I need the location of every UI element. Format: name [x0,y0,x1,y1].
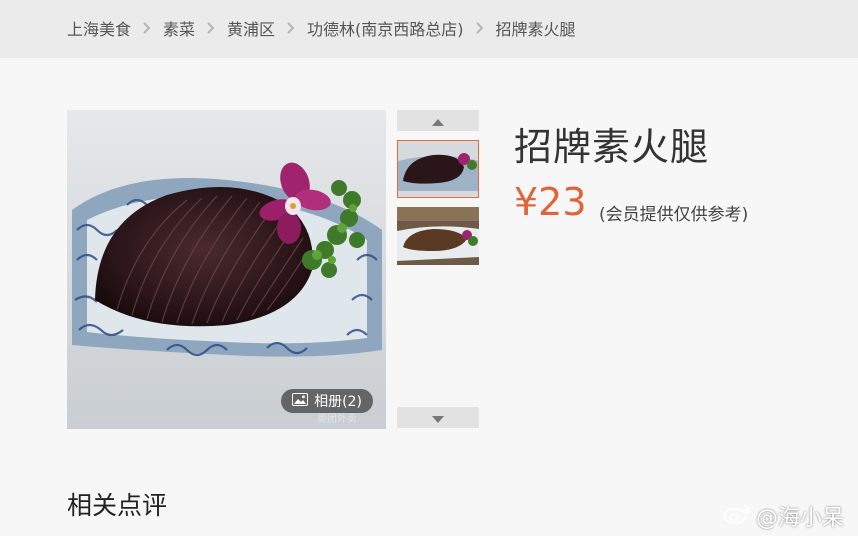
arrow-down-icon [432,408,444,427]
price-note: (会员提供仅供参考) [599,205,749,225]
thumbnail-image [398,141,478,197]
breadcrumb-item-category[interactable]: 素菜 [163,16,195,40]
dish-photo-image [67,110,386,429]
weibo-handle: @海小呆 [756,506,845,531]
breadcrumb-item-district[interactable]: 黄浦区 [227,16,275,40]
gallery-scroll-down-button[interactable] [397,407,479,428]
breadcrumb-item-city-food[interactable]: 上海美食 [67,16,131,40]
dish-main-photo[interactable]: 美团外卖 相册(2) [67,110,386,429]
album-label: 相册(2) [314,394,362,410]
chevron-right-icon [207,22,215,34]
breadcrumb-item-restaurant[interactable]: 功德林(南京西路总店) [307,16,464,40]
dish-title: 招牌素火腿 [514,125,710,169]
dish-price: ¥23 [514,180,587,224]
chevron-right-icon [143,22,151,34]
album-button[interactable]: 相册(2) [281,389,373,413]
breadcrumb-item-current-dish: 招牌素火腿 [495,20,576,39]
image-icon [292,392,309,410]
breadcrumb: 上海美食 素菜 黄浦区 功德林(南京西路总店) 招牌素火腿 [67,17,576,39]
breadcrumb-bar: 上海美食 素菜 黄浦区 功德林(南京西路总店) 招牌素火腿 [0,0,858,58]
gallery-thumbnail-1[interactable] [397,140,479,198]
gallery-thumbnail-2[interactable] [397,207,479,265]
chevron-right-icon [475,22,484,34]
chevron-right-icon [287,22,295,34]
weibo-icon [722,502,752,530]
arrow-up-icon [432,111,444,130]
gallery-scroll-up-button[interactable] [397,110,479,131]
related-reviews-heading: 相关点评 [67,491,168,520]
thumbnail-image [397,207,479,265]
weibo-watermark: @海小呆 [722,500,844,532]
